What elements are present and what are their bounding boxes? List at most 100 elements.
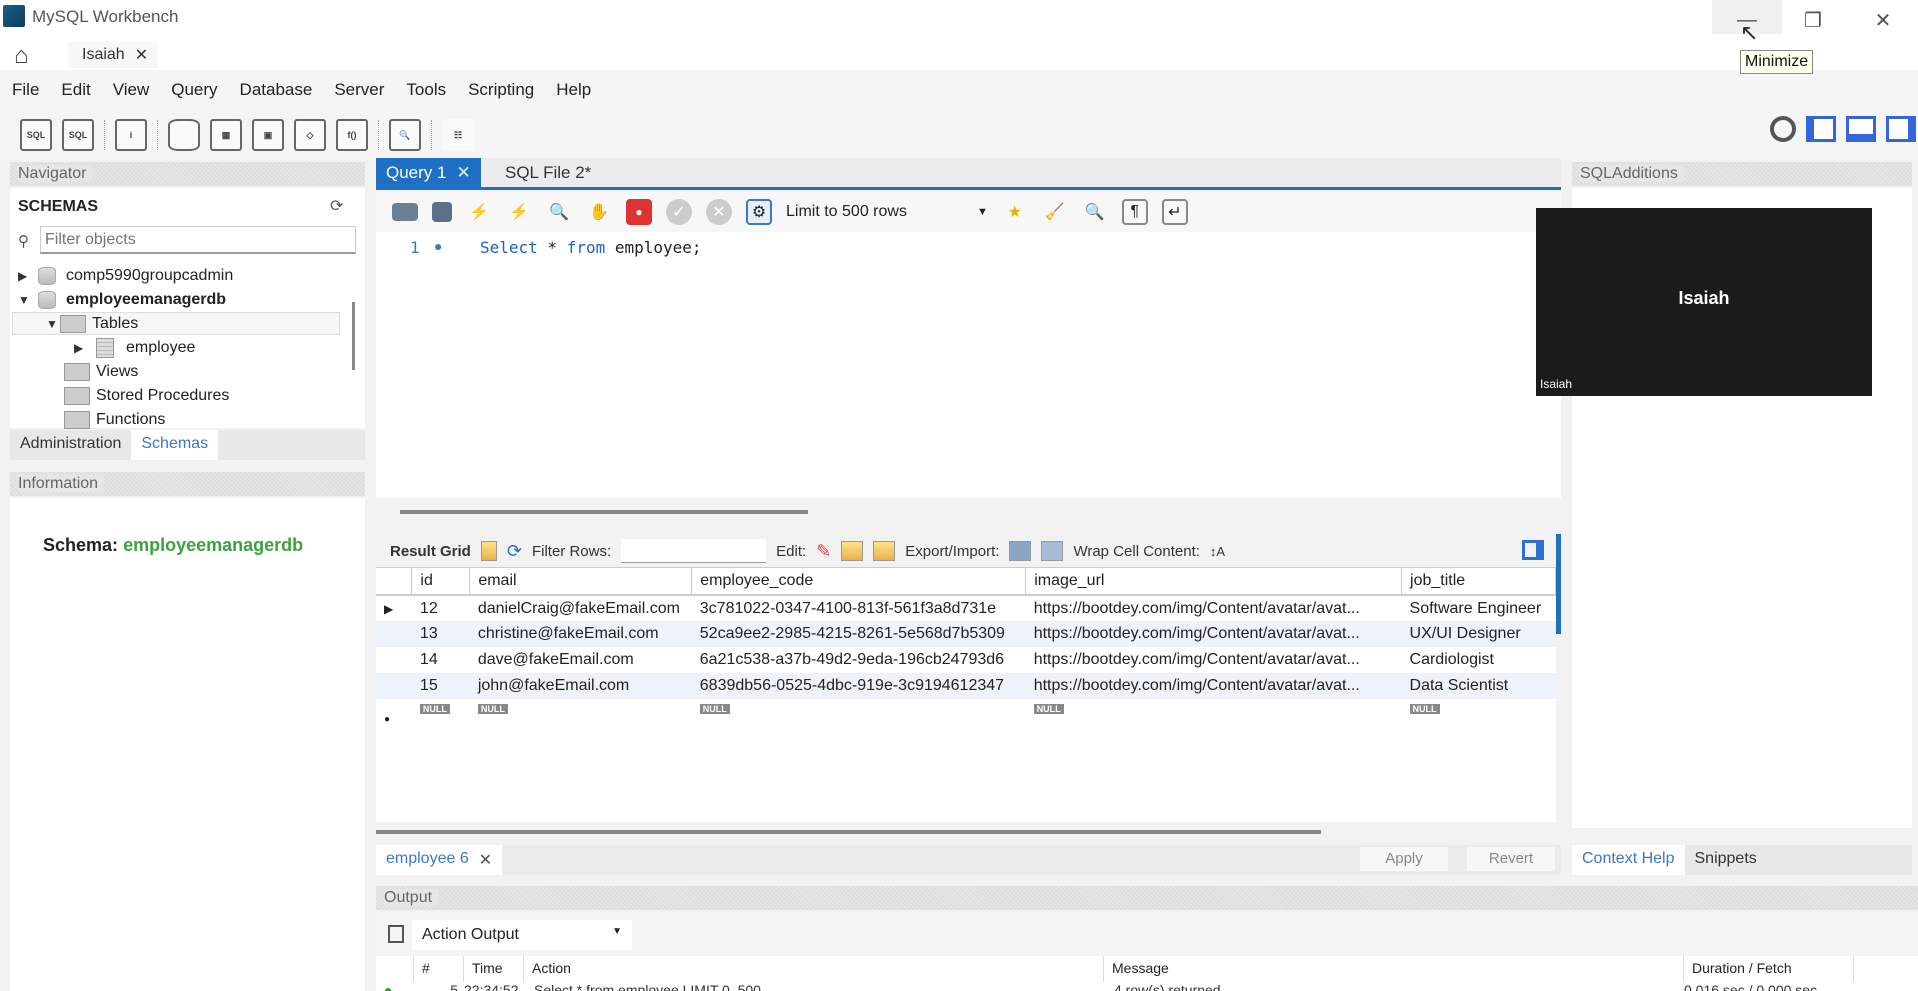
cell-image-url[interactable]: https://bootdey.com/img/Content/avatar/a… [1025, 621, 1402, 647]
cell-null[interactable]: NULL [412, 699, 470, 725]
save-icon[interactable] [432, 202, 452, 222]
wrap-cell-icon[interactable]: ↕A [1210, 544, 1225, 559]
tree-item-tables[interactable]: ▼ Tables [46, 312, 138, 336]
search-table-data-icon[interactable]: 🔍 [389, 119, 421, 151]
refresh-schemas-icon[interactable]: ⟳ [330, 196, 343, 216]
cell-job-title[interactable]: Data Scientist [1401, 673, 1556, 699]
cell-image-url[interactable]: https://bootdey.com/img/Content/avatar/a… [1026, 595, 1402, 621]
cell-id[interactable]: 15 [411, 673, 470, 699]
cell-job-title[interactable]: Software Engineer [1402, 595, 1556, 621]
schema-inspector-icon[interactable]: i [115, 119, 147, 151]
cell-null[interactable]: NULL [1402, 699, 1556, 725]
delete-row-icon[interactable] [873, 541, 896, 561]
sql-editor[interactable] [376, 232, 1561, 498]
menu-tools[interactable]: Tools [406, 80, 446, 100]
close-tab-icon[interactable]: ✕ [456, 163, 470, 182]
menu-help[interactable]: Help [556, 80, 591, 100]
rollback-icon[interactable]: ✕ [706, 199, 732, 225]
cell-employee-code[interactable]: 6a21c538-a37b-49d2-9eda-196cb24793d6 [692, 647, 1026, 673]
cell-email[interactable]: dave@fakeEmail.com [470, 647, 692, 673]
invisible-chars-icon[interactable]: ¶ [1121, 199, 1148, 225]
menu-view[interactable]: View [113, 80, 150, 100]
cell-email[interactable]: john@fakeEmail.com [469, 673, 692, 699]
create-function-icon[interactable]: f() [336, 119, 368, 151]
cell-job-title[interactable]: Cardiologist [1402, 647, 1556, 673]
cell-email[interactable]: danielCraig@fakeEmail.com [470, 595, 692, 621]
explain-icon[interactable]: 🔍 [546, 199, 572, 225]
reconnect-icon[interactable]: ☷ [442, 119, 474, 151]
expand-icon[interactable]: ▶ [18, 269, 32, 283]
cell-image-url[interactable]: https://bootdey.com/img/Content/avatar/a… [1025, 673, 1402, 699]
column-header-id[interactable]: id [411, 568, 471, 596]
cell-null[interactable]: NULL [470, 699, 692, 725]
cell-id[interactable]: 12 [412, 595, 470, 621]
cell-job-title[interactable]: UX/UI Designer [1401, 621, 1556, 647]
tab-snippets[interactable]: Snippets [1685, 845, 1767, 875]
expand-icon[interactable]: ▶ [74, 341, 88, 355]
editor-horizontal-scrollbar[interactable] [400, 510, 808, 514]
table-row[interactable]: 14 dave@fakeEmail.com 6a21c538-a37b-49d2… [376, 647, 1556, 673]
tree-item-stored-procedures[interactable]: Stored Procedures [64, 384, 229, 408]
cell-employee-code[interactable]: 52ca9ee2-2985-4215-8261-5e568d7b5309 [691, 621, 1026, 647]
toggle-autocommit-icon[interactable]: ● [626, 199, 652, 225]
cell-null[interactable]: NULL [1026, 699, 1402, 725]
cell-image-url[interactable]: https://bootdey.com/img/Content/avatar/a… [1026, 647, 1402, 673]
create-procedure-icon[interactable]: ◇ [294, 119, 326, 151]
cell-employee-code[interactable]: 3c781022-0347-4100-813f-561f3a8d731e [692, 595, 1026, 621]
result-side-panel-toggle-icon[interactable] [1522, 540, 1544, 560]
preferences-icon[interactable] [1770, 116, 1796, 142]
tree-item-employeemanagerdb[interactable]: ▼ employeemanagerdb [18, 288, 226, 312]
navigator-scrollbar[interactable] [352, 302, 355, 370]
open-sql-script-icon[interactable]: SQL [62, 119, 94, 151]
create-schema-icon[interactable] [168, 119, 200, 151]
column-header-job-title[interactable]: job_title [1401, 568, 1556, 596]
menu-edit[interactable]: Edit [61, 80, 90, 100]
table-row[interactable]: 13 christine@fakeEmail.com 52ca9ee2-2985… [376, 621, 1556, 647]
table-row[interactable]: ▶ 12 danielCraig@fakeEmail.com 3c781022-… [376, 595, 1556, 621]
close-tab-icon[interactable]: ✕ [479, 850, 492, 870]
open-file-icon[interactable] [392, 203, 418, 221]
execute-icon[interactable]: ⚡ [466, 199, 492, 225]
tab-sql-file-2[interactable]: SQL File 2* [495, 158, 601, 188]
toggle-secondary-sidebar-icon[interactable] [1886, 116, 1916, 142]
filter-rows-input[interactable] [621, 539, 767, 563]
export-icon[interactable] [1009, 541, 1032, 561]
revert-button[interactable]: Revert [1467, 847, 1555, 871]
new-sql-tab-icon[interactable]: SQL [20, 119, 52, 151]
column-header-email[interactable]: email [469, 568, 693, 596]
auto-commit-icon[interactable]: ⚙ [746, 199, 772, 225]
edit-row-icon[interactable]: ✎ [816, 541, 831, 562]
cell-id[interactable]: 13 [411, 621, 470, 647]
tab-administration[interactable]: Administration [10, 430, 131, 460]
home-icon[interactable]: ⌂ [14, 42, 29, 70]
tree-item-comp5990groupcadmin[interactable]: ▶ comp5990groupcadmin [18, 264, 233, 288]
menu-file[interactable]: File [12, 80, 39, 100]
execute-current-icon[interactable]: ⚡ [506, 199, 532, 225]
menu-database[interactable]: Database [240, 80, 313, 100]
new-row[interactable]: ● NULL NULL NULL NULL NULL [376, 699, 1556, 725]
refresh-results-icon[interactable]: ⟳ [507, 541, 522, 562]
limit-rows-select[interactable]: Limit to 500 rows ▼ [786, 203, 988, 221]
table-row[interactable]: 15 john@fakeEmail.com 6839db56-0525-4dbc… [376, 673, 1556, 699]
add-snippet-icon[interactable]: ★ [1002, 199, 1028, 225]
tree-item-functions[interactable]: Functions [64, 408, 165, 432]
import-icon[interactable] [1041, 541, 1064, 561]
close-tab-icon[interactable]: ✕ [135, 45, 148, 65]
toggle-sidebar-icon[interactable] [1806, 116, 1836, 142]
word-wrap-icon[interactable]: ↵ [1161, 199, 1188, 225]
tab-schemas[interactable]: Schemas [131, 430, 219, 460]
apply-button[interactable]: Apply [1360, 847, 1448, 871]
grid-vertical-scrollbar[interactable] [1556, 534, 1561, 634]
collapse-icon[interactable]: ▼ [46, 317, 60, 331]
sql-statement[interactable]: Select * from employee; [480, 238, 702, 257]
form-editor-icon[interactable] [480, 541, 497, 561]
cell-email[interactable]: christine@fakeEmail.com [469, 621, 692, 647]
tree-item-views[interactable]: Views [64, 360, 138, 384]
menu-scripting[interactable]: Scripting [468, 80, 534, 100]
insert-row-icon[interactable] [841, 541, 864, 561]
stop-icon[interactable]: ✋ [586, 199, 612, 225]
copy-icon[interactable] [388, 925, 404, 943]
output-row[interactable]: ● 5 22:34:52 Select * from employee LIMI… [376, 982, 1918, 991]
tab-query-1[interactable]: Query 1 ✕ [376, 158, 481, 187]
beautify-icon[interactable]: 🧹 [1042, 199, 1068, 225]
